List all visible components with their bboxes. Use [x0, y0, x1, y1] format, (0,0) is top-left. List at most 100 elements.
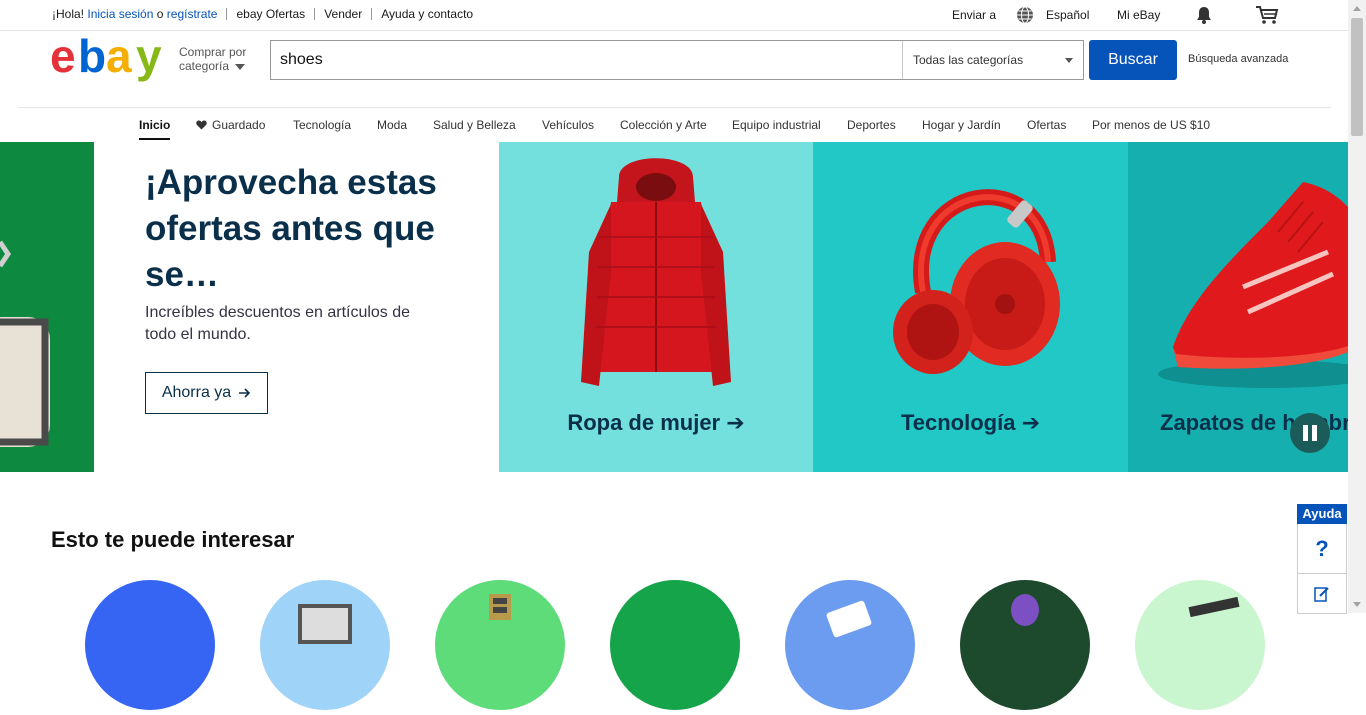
- help-contact-link[interactable]: Ayuda y contacto: [381, 7, 473, 21]
- laptop-image: [298, 604, 352, 644]
- nav-item-home-garden[interactable]: Hogar y Jardín: [922, 118, 1001, 132]
- search-button[interactable]: Buscar: [1089, 40, 1177, 80]
- signin-link[interactable]: Inicia sesión: [87, 7, 153, 21]
- page-scrollbar[interactable]: [1348, 0, 1366, 613]
- nav-item-industrial[interactable]: Equipo industrial: [732, 118, 821, 132]
- scroll-down-icon[interactable]: [1353, 602, 1361, 607]
- nav-item-collectibles-art[interactable]: Colección y Arte: [620, 118, 707, 132]
- greeting-area: ¡Hola! Inicia sesión o regístrate ebay O…: [52, 7, 473, 21]
- red-jacket-image: [581, 158, 731, 386]
- globe-icon: [1017, 6, 1033, 24]
- bottle-image: [1011, 594, 1039, 626]
- recommendation-circle[interactable]: [960, 580, 1090, 710]
- search-input[interactable]: [271, 41, 903, 79]
- nav-item-under-10[interactable]: Por menos de US $10: [1092, 118, 1210, 132]
- scroll-up-icon[interactable]: [1353, 6, 1361, 11]
- hero-carousel: ¡Aprovecha estas ofertas antes que se… I…: [0, 142, 1348, 472]
- shop-by-category-button[interactable]: Comprar por categoría: [179, 45, 246, 73]
- help-header: Ayuda: [1297, 504, 1347, 524]
- nav-item-fashion[interactable]: Moda: [377, 118, 407, 132]
- tile-womens-clothing[interactable]: Ropa de mujer ➔: [499, 142, 813, 472]
- edit-feedback-icon: [1314, 586, 1329, 602]
- red-headphones-image: [893, 189, 1060, 374]
- previous-slide-image: [0, 142, 94, 472]
- recommendation-circle[interactable]: [260, 580, 390, 710]
- bell-icon: [1197, 7, 1211, 24]
- tile-technology[interactable]: Tecnología ➔: [813, 142, 1128, 472]
- tile-technology-label: Tecnología ➔: [813, 410, 1128, 436]
- category-nav: Inicio Guardado Tecnología Moda Salud y …: [0, 108, 1348, 142]
- ship-to-label: Enviar a: [952, 8, 997, 22]
- arrow-right-icon: ➔: [726, 410, 745, 435]
- section-title: Esto te puede interesar: [51, 527, 295, 552]
- language-selector[interactable]: Español: [1016, 0, 1089, 30]
- cart-icon: [1256, 6, 1279, 24]
- pause-carousel-button[interactable]: [1290, 413, 1330, 453]
- chevron-down-icon: [235, 63, 246, 70]
- nav-item-saved-label: Guardado: [212, 118, 266, 132]
- arrow-right-icon: ➔: [1021, 410, 1041, 435]
- cart-button[interactable]: [1255, 0, 1279, 30]
- heart-icon: [196, 120, 207, 130]
- question-icon: ?: [1315, 535, 1329, 561]
- category-select-value: Todas las categorías: [913, 53, 1024, 67]
- search-bar: Todas las categorías: [270, 40, 1084, 80]
- scrollbar-thumb[interactable]: [1351, 18, 1363, 136]
- nav-item-saved[interactable]: Guardado: [196, 118, 265, 132]
- tile-womens-clothing-label: Ropa de mujer ➔: [499, 410, 813, 436]
- red-sneaker-image: [1158, 182, 1348, 388]
- ebay-logo[interactable]: e b a y: [50, 34, 170, 84]
- svg-text:y: y: [136, 34, 162, 82]
- topbar-divider: [0, 30, 1348, 31]
- greeting-text: ¡Hola!: [52, 7, 85, 21]
- tile-label-text: Tecnología: [900, 410, 1016, 435]
- hero-subtitle: Increíbles descuentos en artículos de to…: [145, 304, 411, 343]
- notifications-button[interactable]: [1196, 0, 1212, 30]
- chair-image: [0, 240, 50, 447]
- help-widget: Ayuda ?: [1297, 504, 1347, 614]
- chevron-down-icon: [1065, 58, 1073, 63]
- recommendation-circle[interactable]: [435, 580, 565, 710]
- help-question-button[interactable]: ?: [1297, 524, 1347, 574]
- recommendation-circle[interactable]: [610, 580, 740, 710]
- language-label: Español: [1046, 8, 1090, 22]
- hero-title: ¡Aprovecha estas ofertas antes que se…: [145, 163, 437, 294]
- sell-link[interactable]: Vender: [324, 7, 362, 21]
- arrow-right-icon: [239, 388, 251, 398]
- nav-item-sports[interactable]: Deportes: [847, 118, 896, 132]
- recommendation-circle[interactable]: [1135, 580, 1265, 710]
- feedback-button[interactable]: [1297, 574, 1347, 614]
- svg-text:b: b: [78, 34, 106, 82]
- save-now-button[interactable]: Ahorra ya: [145, 372, 268, 414]
- category-select[interactable]: Todas las categorías: [903, 41, 1083, 79]
- pause-icon: [1303, 425, 1317, 441]
- nav-item-technology[interactable]: Tecnología: [293, 118, 351, 132]
- nav-item-vehicles[interactable]: Vehículos: [542, 118, 594, 132]
- daily-deals-link[interactable]: ebay Ofertas: [236, 7, 305, 21]
- watch-image: [489, 594, 511, 620]
- nav-item-health-beauty[interactable]: Salud y Belleza: [433, 118, 516, 132]
- save-now-label: Ahorra ya: [161, 384, 232, 401]
- divider: [314, 8, 316, 20]
- svg-text:a: a: [106, 34, 132, 82]
- recommendation-circle[interactable]: [785, 580, 915, 710]
- recommendation-circle[interactable]: [85, 580, 215, 710]
- register-link[interactable]: regístrate: [167, 7, 218, 21]
- shop-by-line1: Comprar por: [179, 45, 247, 59]
- card-image: [826, 600, 872, 638]
- hero-promo-panel: ¡Aprovecha estas ofertas antes que se… I…: [94, 142, 499, 472]
- advanced-search-link[interactable]: Búsqueda avanzada: [1188, 53, 1288, 65]
- svg-text:e: e: [50, 34, 75, 82]
- top-utility-bar: ¡Hola! Inicia sesión o regístrate ebay O…: [0, 0, 1348, 30]
- or-text: o: [156, 7, 164, 21]
- ship-to-link[interactable]: Enviar a: [952, 0, 996, 30]
- shop-by-line2: categoría: [179, 59, 230, 73]
- divider: [226, 8, 228, 20]
- divider: [371, 8, 373, 20]
- nav-item-deals[interactable]: Ofertas: [1027, 118, 1066, 132]
- my-ebay-link[interactable]: Mi eBay: [1117, 0, 1160, 30]
- nav-item-home[interactable]: Inicio: [139, 118, 171, 140]
- my-ebay-label: Mi eBay: [1117, 8, 1161, 22]
- tile-label-text: Ropa de mujer: [567, 410, 721, 435]
- device-image: [1188, 596, 1240, 618]
